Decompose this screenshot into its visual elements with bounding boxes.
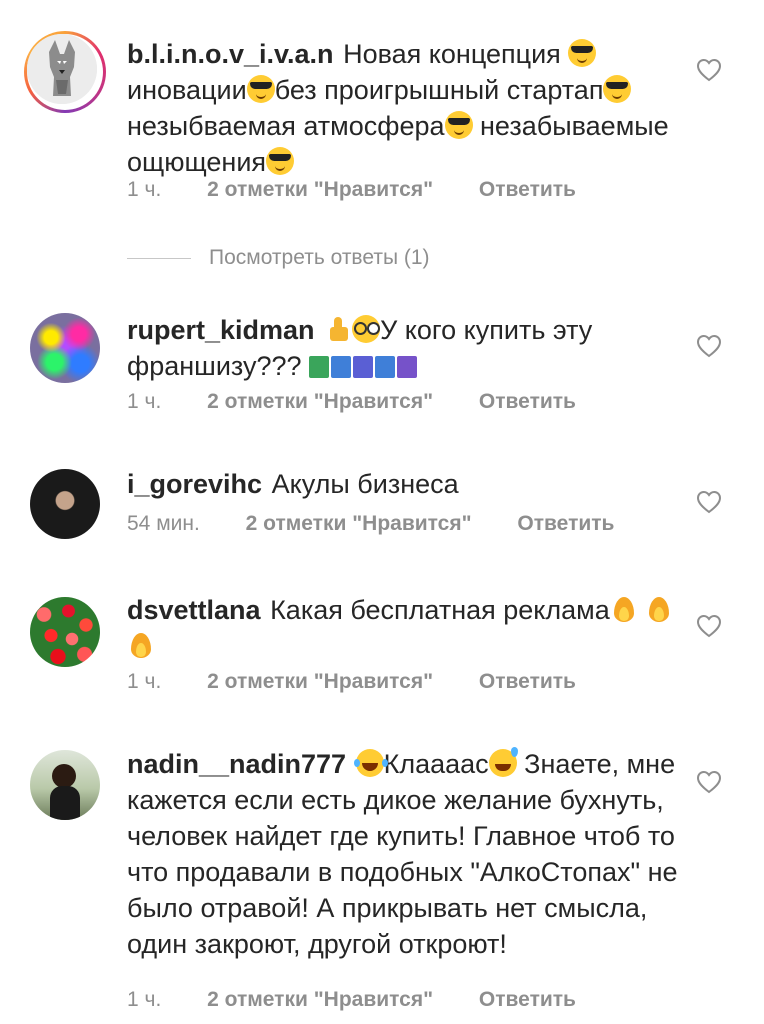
avatar[interactable] — [30, 313, 100, 383]
comment-meta: 1 ч. 2 отметки "Нравится" Ответить — [127, 670, 616, 694]
heart-icon[interactable] — [696, 770, 722, 794]
comment-time: 54 мин. — [127, 512, 200, 535]
sunglasses-emoji-icon — [266, 147, 295, 175]
comment-meta: 1 ч. 2 отметки "Нравится" Ответить — [127, 390, 616, 414]
comment-body: Акулы бизнеса — [271, 469, 459, 499]
avatar[interactable] — [30, 469, 100, 539]
avatar[interactable] — [27, 34, 97, 104]
likes-count-link[interactable]: 2 отметки "Нравится" — [207, 670, 433, 693]
likes-count-link[interactable]: 2 отметки "Нравится" — [246, 512, 472, 535]
fire-emoji-icon — [645, 595, 673, 623]
sunglasses-emoji-icon — [603, 75, 632, 103]
thumbs-up-emoji-icon — [324, 315, 352, 343]
comment-username[interactable]: i_gorevihc — [127, 469, 262, 499]
avatar[interactable] — [30, 750, 100, 820]
reply-button[interactable]: Ответить — [479, 390, 576, 413]
comment-body: без проигрышный стартап — [274, 75, 604, 105]
heart-icon[interactable] — [696, 614, 722, 638]
comment-body: Какая бесплатная реклама — [270, 595, 610, 625]
avatar-story-ring[interactable] — [24, 31, 106, 113]
nerd-face-emoji-icon — [352, 315, 381, 343]
comment-time: 1 ч. — [127, 988, 162, 1011]
laughing-emoji-icon — [353, 749, 384, 777]
sweat-smile-emoji-icon — [488, 747, 518, 777]
reply-button[interactable]: Ответить — [517, 512, 614, 535]
comment-body: Клаааас — [383, 749, 489, 779]
comment-text: i_gorevihc Акулы бизнеса — [127, 466, 687, 502]
sunglasses-emoji-icon — [568, 39, 597, 67]
comment-username[interactable]: rupert_kidman — [127, 315, 315, 345]
money-emoji-icon — [397, 356, 418, 378]
wolf-avatar-image — [27, 34, 97, 104]
comment-time: 1 ч. — [127, 178, 162, 201]
comment-username[interactable]: dsvettlana — [127, 595, 261, 625]
money-emoji-icon — [331, 356, 352, 378]
comment-username[interactable]: b.l.i.n.o.v_i.v.a.n — [127, 39, 334, 69]
likes-count-link[interactable]: 2 отметки "Нравится" — [207, 390, 433, 413]
sunglasses-emoji-icon — [246, 75, 275, 103]
comment-meta: 54 мин. 2 отметки "Нравится" Ответить — [127, 512, 654, 536]
money-emoji-icon — [309, 356, 330, 378]
sunglasses-emoji-icon — [444, 111, 473, 139]
comment-username[interactable]: nadin__nadin777 — [127, 749, 346, 779]
divider-line — [127, 257, 191, 259]
fire-emoji-icon — [610, 595, 638, 623]
likes-count-link[interactable]: 2 отметки "Нравится" — [207, 178, 433, 201]
avatar[interactable] — [30, 597, 100, 667]
comment-meta: 1 ч. 2 отметки "Нравится" Ответить — [127, 988, 616, 1012]
likes-count-link[interactable]: 2 отметки "Нравится" — [207, 988, 433, 1011]
comment-body: Знаете, мне кажется если есть дикое жела… — [127, 749, 678, 959]
comment-body: незыбваемая атмосфера — [127, 111, 445, 141]
money-emoji-icon — [375, 356, 396, 378]
comment-text: nadin__nadin777 Клаааас Знаете, мне каже… — [127, 746, 687, 962]
comment-meta: 1 ч. 2 отметки "Нравится" Ответить — [127, 178, 616, 202]
heart-icon[interactable] — [696, 58, 722, 82]
heart-icon[interactable] — [696, 334, 722, 358]
money-emoji-icon — [353, 356, 374, 378]
reply-button[interactable]: Ответить — [479, 670, 576, 693]
comment-time: 1 ч. — [127, 390, 162, 413]
view-replies-link[interactable]: Посмотреть ответы (1) — [127, 246, 430, 270]
comment-text: dsvettlana Какая бесплатная реклама — [127, 592, 687, 664]
comment-time: 1 ч. — [127, 670, 162, 693]
reply-button[interactable]: Ответить — [479, 988, 576, 1011]
comment-body: Новая концепция — [343, 39, 561, 69]
fire-emoji-icon — [127, 631, 155, 659]
comment-text: b.l.i.n.o.v_i.v.a.n Новая концепция инов… — [127, 36, 687, 180]
comment-body: иновации — [127, 75, 247, 105]
heart-icon[interactable] — [696, 490, 722, 514]
comment-text: rupert_kidman У кого купить эту франшизу… — [127, 312, 687, 384]
reply-button[interactable]: Ответить — [479, 178, 576, 201]
view-replies-label: Посмотреть ответы (1) — [209, 246, 430, 269]
